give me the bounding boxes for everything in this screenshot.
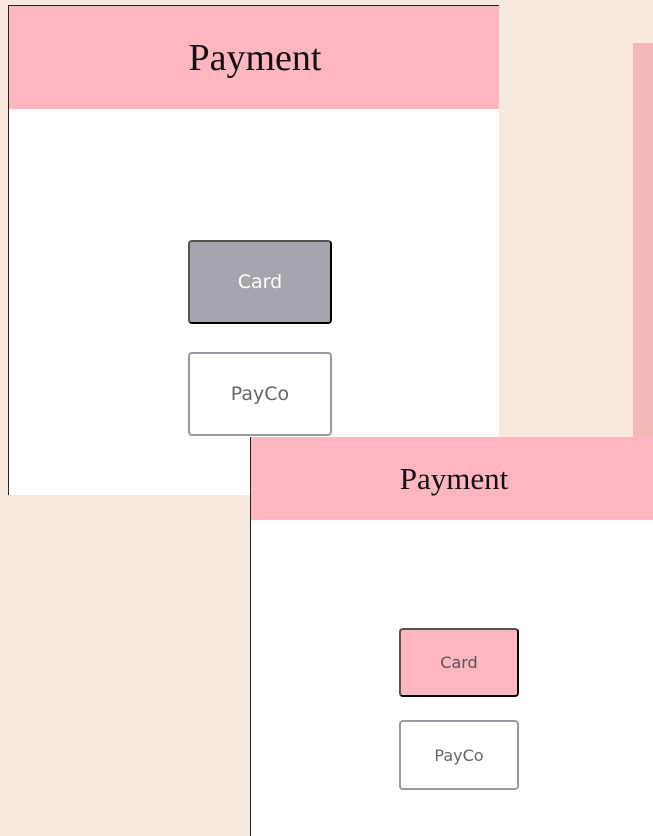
payment-screen-selected-card: Payment Card PayCo — [8, 5, 499, 495]
page-title: Payment — [399, 460, 509, 496]
card-button[interactable]: Card — [188, 240, 332, 324]
payco-button[interactable]: PayCo — [399, 720, 519, 790]
card-button[interactable]: Card — [399, 628, 519, 697]
page-title: Payment — [188, 36, 322, 79]
payco-button[interactable]: PayCo — [188, 352, 332, 436]
payment-options-area: Card PayCo — [251, 520, 653, 836]
payment-header: Payment — [9, 6, 499, 109]
screenshot-collage: Payment Card PayCo Payment Card PayCo — [0, 0, 653, 836]
payment-header: Payment — [251, 437, 653, 520]
payment-screen-default: Payment Card PayCo — [250, 437, 653, 836]
